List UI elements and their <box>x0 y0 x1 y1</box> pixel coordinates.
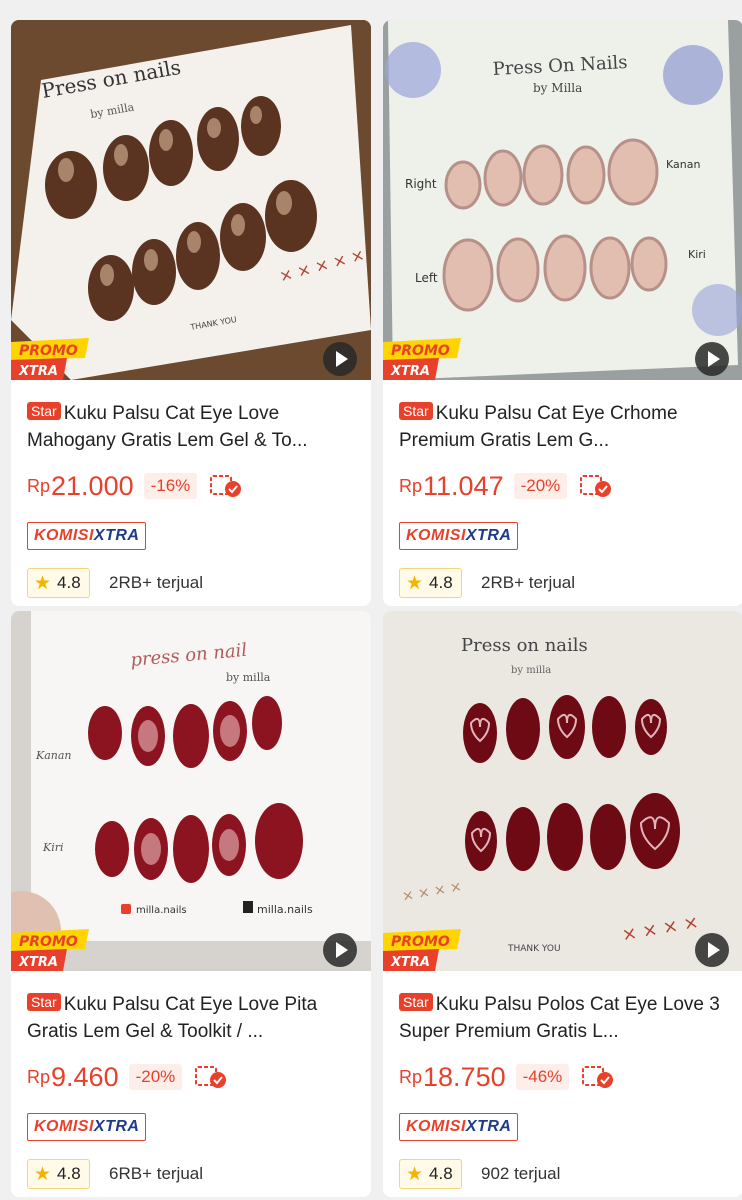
star-seller-badge: Star <box>399 402 433 420</box>
price-currency: Rp <box>27 475 51 496</box>
discount-badge: -20% <box>513 473 568 499</box>
product-title-text: Kuku Palsu Cat Eye Crhome Premium Gratis… <box>399 403 678 451</box>
video-play-icon[interactable] <box>323 933 357 967</box>
card-brand-text: Press on nails <box>461 635 588 656</box>
coupon-check-icon <box>210 475 242 497</box>
svg-text:PROMO: PROMO <box>391 934 450 950</box>
svg-text:XTRA: XTRA <box>390 955 430 970</box>
rating-badge: ★ 4.8 <box>399 568 462 598</box>
rating-badge: ★ 4.8 <box>399 1159 462 1189</box>
video-play-icon[interactable] <box>323 342 357 376</box>
social-tiktok: milla.nails <box>257 903 313 916</box>
product-title[interactable]: Star Kuku Palsu Polos Cat Eye Love 3 Supe… <box>399 991 729 1045</box>
discount-badge: -20% <box>128 1064 183 1090</box>
product-image[interactable]: Press on nails by milla × × × × × × × × … <box>383 611 742 971</box>
sold-count: 2RB+ terjual <box>109 573 204 592</box>
product-title[interactable]: Star Kuku Palsu Cat Eye Love Mahogany Gra… <box>27 400 357 454</box>
coupon-check-icon <box>582 1066 614 1088</box>
star-icon: ★ <box>406 1163 424 1185</box>
coupon-check-icon <box>580 475 612 497</box>
video-play-icon[interactable] <box>695 933 729 967</box>
price-row: Rp 21.000 -16% <box>27 468 243 504</box>
card-thanks-text: THANK YOU <box>507 944 561 954</box>
star-icon: ★ <box>406 572 424 594</box>
label-kanan: Kanan <box>666 158 700 171</box>
price-row: Rp 9.460 -20% <box>27 1059 228 1095</box>
sold-count: 6RB+ terjual <box>109 1164 204 1183</box>
promo-xtra-badge: PROMO XTRA <box>11 929 89 971</box>
product-card[interactable]: Press On Nails by Milla Right Kanan Left… <box>383 20 742 606</box>
svg-text:PROMO: PROMO <box>391 343 450 359</box>
product-card[interactable]: Press on nails by milla × × × × × × × × … <box>383 611 742 1197</box>
star-icon: ★ <box>34 1163 52 1185</box>
star-seller-badge: Star <box>27 993 61 1011</box>
price-row: Rp 11.047 -20% <box>399 468 613 504</box>
komisi-xtra-badge: KOMISI XTRA <box>27 1113 147 1141</box>
rating-badge: ★ 4.8 <box>27 568 90 598</box>
social-instagram: milla.nails <box>136 905 187 916</box>
svg-text:XTRA: XTRA <box>18 955 58 970</box>
price-currency: Rp <box>399 1066 423 1087</box>
product-title[interactable]: Star Kuku Palsu Cat Eye Love Pita Gratis … <box>27 991 357 1045</box>
product-title[interactable]: Star Kuku Palsu Cat Eye Crhome Premium Gr… <box>399 400 729 454</box>
star-seller-badge: Star <box>27 402 61 420</box>
card-by-text: by Milla <box>533 81 582 95</box>
discount-badge: -16% <box>143 473 198 499</box>
sold-count: 2RB+ terjual <box>481 573 576 592</box>
label-kiri: Kiri <box>688 248 706 261</box>
rating-badge: ★ 4.8 <box>27 1159 90 1189</box>
komisi-xtra-badge: KOMISI XTRA <box>27 522 147 550</box>
product-image[interactable]: press on nail by milla Kanan Kiri milla.… <box>11 611 371 971</box>
star-icon: ★ <box>34 572 52 594</box>
price-value: 18.750 <box>423 1061 506 1092</box>
label-kiri: Kiri <box>42 841 64 854</box>
price-value: 21.000 <box>51 470 134 501</box>
label-left: Left <box>415 271 438 285</box>
svg-text:PROMO: PROMO <box>19 934 78 950</box>
promo-xtra-badge: PROMO XTRA <box>383 338 461 380</box>
svg-text:XTRA: XTRA <box>18 364 58 379</box>
promo-xtra-badge: PROMO XTRA <box>383 929 461 971</box>
label-right: Right <box>405 177 437 191</box>
price-row: Rp 18.750 -46% <box>399 1059 615 1095</box>
svg-text:PROMO: PROMO <box>19 343 78 359</box>
price-currency: Rp <box>27 1066 51 1087</box>
card-by-text: by milla <box>226 671 271 684</box>
svg-text:XTRA: XTRA <box>390 364 430 379</box>
price-value: 9.460 <box>51 1061 119 1092</box>
discount-badge: -46% <box>515 1064 570 1090</box>
star-seller-badge: Star <box>399 993 433 1011</box>
label-kanan: Kanan <box>35 749 72 762</box>
promo-xtra-badge: PROMO XTRA <box>11 338 89 380</box>
coupon-check-icon <box>195 1066 227 1088</box>
product-card[interactable]: Press on nails by milla × × × × × THANK … <box>11 20 371 606</box>
price-value: 11.047 <box>423 470 504 501</box>
card-by-text: by milla <box>511 665 551 676</box>
price-currency: Rp <box>399 475 423 496</box>
sold-count: 902 terjual <box>481 1164 561 1183</box>
product-title-text: Kuku Palsu Polos Cat Eye Love 3 Super Pr… <box>399 994 720 1042</box>
komisi-xtra-badge: KOMISI XTRA <box>399 522 519 550</box>
product-title-text: Kuku Palsu Cat Eye Love Pita Gratis Lem … <box>27 994 318 1042</box>
product-image[interactable]: Press on nails by milla × × × × × THANK … <box>11 20 371 380</box>
product-title-text: Kuku Palsu Cat Eye Love Mahogany Gratis … <box>27 403 308 451</box>
product-image[interactable]: Press On Nails by Milla Right Kanan Left… <box>383 20 742 380</box>
komisi-xtra-badge: KOMISI XTRA <box>399 1113 519 1141</box>
video-play-icon[interactable] <box>695 342 729 376</box>
product-card[interactable]: press on nail by milla Kanan Kiri milla.… <box>11 611 371 1197</box>
